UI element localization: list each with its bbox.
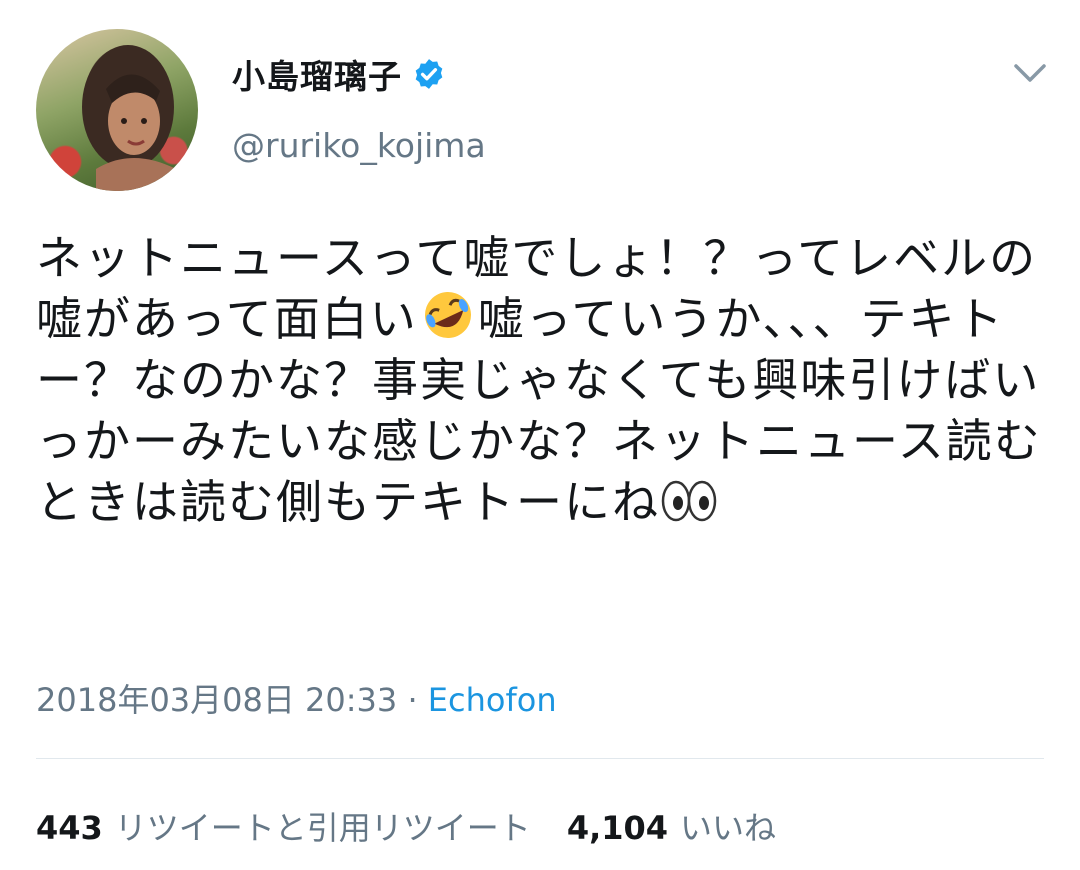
name-row: 小島瑠璃子 <box>232 50 446 98</box>
divider <box>36 758 1044 759</box>
likes-label: いいね <box>680 809 777 847</box>
eyes-emoji <box>661 480 717 522</box>
rolling-on-floor-laughing-emoji <box>424 292 471 338</box>
verified-badge-icon <box>415 59 443 89</box>
user-handle[interactable]: @ruriko_kojima <box>232 126 486 165</box>
retweets-stat[interactable]: 443 リツイートと引用リツイート <box>36 803 531 849</box>
profile-photo <box>82 45 176 191</box>
retweets-label: リツイートと引用リツイート <box>114 809 531 847</box>
display-name[interactable]: 小島瑠璃子 <box>232 50 402 98</box>
timestamp[interactable]: 2018年03月08日 20:33 <box>36 681 397 719</box>
likes-count: 4,104 <box>566 809 669 847</box>
avatar[interactable] <box>36 29 198 191</box>
source-link[interactable]: Echofon <box>428 681 557 719</box>
tweet-text: ネットニュースって嘘でしょ！？ってレベルの嘘があって面白い 嘘っていうか、、、テ… <box>36 228 1056 533</box>
chevron-down-icon[interactable] <box>1008 56 1052 88</box>
retweets-count: 443 <box>36 809 103 847</box>
tweet-stats: 443 リツイートと引用リツイート 4,104 いいね <box>36 803 776 849</box>
tweet-meta: 2018年03月08日 20:33 · Echofon <box>36 675 557 721</box>
meta-separator: · <box>397 681 428 719</box>
likes-stat[interactable]: 4,104 いいね <box>567 803 776 849</box>
